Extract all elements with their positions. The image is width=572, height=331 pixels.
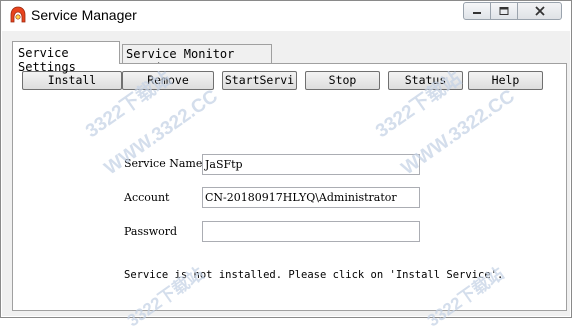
client-area: Service Settings Service Monitor Setting… <box>2 31 570 316</box>
maximize-icon <box>499 7 509 15</box>
service-manager-window: Service Manager Service Settings Service… <box>0 0 572 318</box>
service-name-field[interactable]: JaSFtp <box>202 154 420 175</box>
service-name-label: Service Name <box>124 157 203 170</box>
minimize-icon <box>473 12 481 14</box>
password-field[interactable] <box>202 221 420 242</box>
help-button[interactable]: Help <box>468 71 543 90</box>
tab-service-settings[interactable]: Service Settings <box>12 41 120 74</box>
app-icon <box>9 6 27 24</box>
start-service-button[interactable]: StartServi <box>222 71 297 90</box>
minimize-button[interactable] <box>463 2 491 20</box>
close-button[interactable] <box>517 2 562 20</box>
window-title: Service Manager <box>31 7 137 23</box>
maximize-button[interactable] <box>490 2 518 20</box>
password-label: Password <box>124 225 178 238</box>
stop-button[interactable]: Stop <box>305 71 380 90</box>
service-settings-panel: Install Remove StartServi Stop Status He… <box>12 63 567 311</box>
tab-service-monitor-settings[interactable]: Service Monitor Settings <box>122 44 272 75</box>
close-icon <box>534 6 545 16</box>
status-button[interactable]: Status <box>388 71 463 90</box>
account-field[interactable]: CN-20180917HLYQ\Administrator <box>202 187 420 208</box>
remove-button[interactable]: Remove <box>122 71 214 90</box>
status-message: Service is not installed. Please click o… <box>124 269 504 281</box>
title-bar[interactable]: Service Manager <box>1 1 571 31</box>
account-label: Account <box>124 191 170 204</box>
